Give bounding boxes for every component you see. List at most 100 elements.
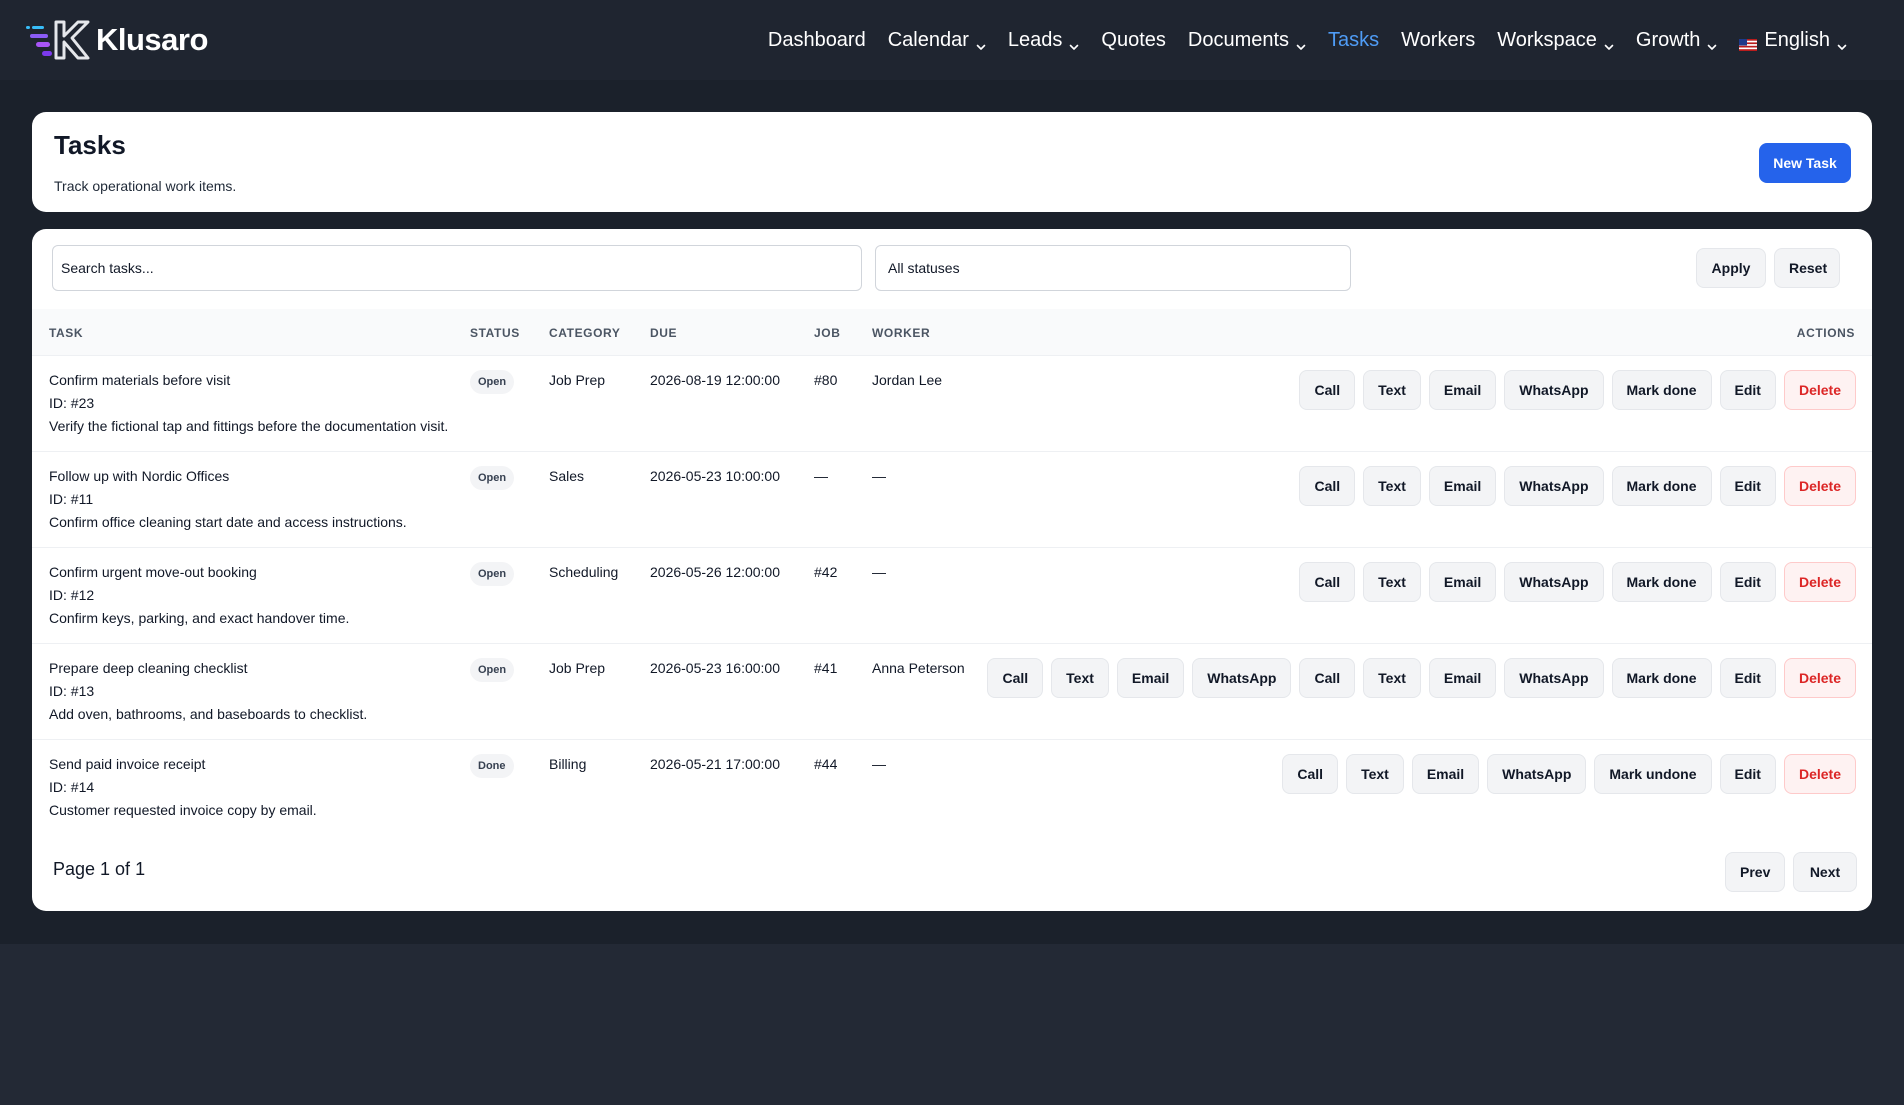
edit-button[interactable]: Edit — [1719, 754, 1776, 794]
email-button[interactable]: Email — [1116, 658, 1185, 698]
search-input[interactable] — [52, 245, 862, 291]
task-id: ID: #14 — [49, 779, 95, 795]
task-id: ID: #13 — [49, 683, 95, 699]
task-worker: — — [872, 756, 886, 772]
next-page-button[interactable]: Next — [1793, 852, 1857, 892]
brand-name: Klusaro — [96, 22, 208, 57]
whatsapp-button[interactable]: WhatsApp — [1192, 658, 1292, 698]
reset-button[interactable]: Reset — [1774, 248, 1840, 288]
task-category: Sales — [549, 468, 585, 484]
mark-done-button[interactable]: Mark done — [1611, 562, 1712, 602]
whatsapp-button[interactable]: WhatsApp — [1504, 466, 1604, 506]
page-title: Tasks — [54, 130, 126, 160]
klusaro-logo-icon — [26, 20, 90, 60]
nav-item-label: Growth — [1635, 28, 1701, 51]
nav-item-label: Tasks — [1328, 28, 1380, 51]
edit-button[interactable]: Edit — [1719, 370, 1776, 410]
nav-item-label: Dashboard — [767, 28, 866, 51]
email-button[interactable]: Email — [1411, 754, 1480, 794]
task-worker: — — [872, 468, 886, 484]
text-button[interactable]: Text — [1363, 466, 1421, 506]
whatsapp-button[interactable]: WhatsApp — [1504, 658, 1604, 698]
whatsapp-button[interactable]: WhatsApp — [1504, 370, 1604, 410]
task-title: Follow up with Nordic Offices — [49, 468, 230, 484]
new-task-button[interactable]: New Task — [1759, 143, 1851, 183]
chevron-down-icon — [1707, 35, 1717, 50]
delete-button[interactable]: Delete — [1783, 562, 1856, 602]
brand-logo[interactable]: Klusaro — [26, 18, 208, 62]
language-selector[interactable]: English — [1728, 29, 1858, 52]
nav-item-calendar[interactable]: Calendar — [877, 29, 997, 52]
email-button[interactable]: Email — [1428, 370, 1497, 410]
email-button[interactable]: Email — [1428, 562, 1497, 602]
chevron-down-icon — [1837, 35, 1847, 50]
task-category: Scheduling — [549, 564, 619, 580]
task-worker: Jordan Lee — [872, 372, 943, 388]
row-actions: Call Text Email WhatsApp Mark undone Edit Dele… — [1282, 754, 1856, 794]
nav-item-quotes[interactable]: Quotes — [1090, 29, 1176, 52]
task-id: ID: #11 — [49, 491, 94, 507]
row-actions: Call Text Email WhatsApp Mark done Edit Delete — [1299, 370, 1856, 410]
table-row: Confirm materials before visit ID: #23 Ver… — [32, 355, 1872, 451]
email-button[interactable]: Email — [1428, 466, 1497, 506]
page-header-card: Tasks Track operational work items. New … — [32, 112, 1872, 212]
text-button[interactable]: Text — [1346, 754, 1404, 794]
row-actions: Call Text Email WhatsApp Call Text Email WhatsA… — [987, 658, 1856, 698]
task-due: 2026-05-26 12:00:00 — [650, 564, 780, 580]
mark-done-button[interactable]: Mark done — [1611, 466, 1712, 506]
status-badge: Done — [470, 754, 514, 778]
call-button[interactable]: Call — [1299, 466, 1356, 506]
text-button[interactable]: Text — [1363, 370, 1421, 410]
delete-button[interactable]: Delete — [1783, 466, 1856, 506]
nav-item-dashboard[interactable]: Dashboard — [757, 29, 877, 52]
edit-button[interactable]: Edit — [1719, 658, 1776, 698]
nav-item-documents[interactable]: Documents — [1177, 29, 1317, 52]
edit-button[interactable]: Edit — [1719, 466, 1776, 506]
call-button[interactable]: Call — [1299, 370, 1356, 410]
delete-button[interactable]: Delete — [1783, 370, 1856, 410]
text-button[interactable]: Text — [1051, 658, 1109, 698]
page-subtitle: Track operational work items. — [54, 178, 237, 194]
delete-button[interactable]: Delete — [1783, 658, 1856, 698]
whatsapp-button[interactable]: WhatsApp — [1487, 754, 1587, 794]
nav-item-tasks[interactable]: Tasks — [1317, 29, 1390, 52]
call-button[interactable]: Call — [1282, 754, 1339, 794]
nav-item-workspace[interactable]: Workspace — [1486, 29, 1625, 52]
table-header: Task Status Category Due Job Worker Acti… — [32, 309, 1872, 355]
task-job: #80 — [814, 372, 838, 388]
column-header-status: Status — [470, 326, 520, 340]
apply-button[interactable]: Apply — [1696, 248, 1766, 288]
text-button[interactable]: Text — [1363, 658, 1421, 698]
edit-button[interactable]: Edit — [1719, 562, 1776, 602]
mark-undone-button[interactable]: Mark undone — [1594, 754, 1712, 794]
task-description: Confirm keys, parking, and exact handove… — [49, 610, 350, 626]
task-due: 2026-05-23 10:00:00 — [650, 468, 780, 484]
nav-item-workers[interactable]: Workers — [1390, 29, 1486, 52]
main-nav: Dashboard Calendar Leads Quotes Documents Tas… — [757, 0, 1858, 80]
whatsapp-button[interactable]: WhatsApp — [1504, 562, 1604, 602]
nav-item-growth[interactable]: Growth — [1625, 29, 1728, 52]
mark-done-button[interactable]: Mark done — [1611, 370, 1712, 410]
tasks-table-card: All statuses Apply Reset Task Status Cat… — [32, 229, 1872, 911]
status-select-value: All statuses — [888, 260, 960, 276]
task-job: #42 — [814, 564, 838, 580]
delete-button[interactable]: Delete — [1783, 754, 1856, 794]
task-job: — — [814, 468, 828, 484]
table-row: Send paid invoice receipt ID: #14 Customer… — [32, 739, 1872, 835]
nav-item-label: Calendar — [887, 28, 969, 51]
chevron-down-icon — [1296, 35, 1306, 50]
status-badge: Open — [470, 370, 515, 394]
task-title: Confirm urgent move-out booking — [49, 564, 257, 580]
status-select[interactable]: All statuses — [875, 245, 1351, 291]
task-job: #44 — [814, 756, 838, 772]
nav-item-leads[interactable]: Leads — [997, 29, 1091, 52]
text-button[interactable]: Text — [1363, 562, 1421, 602]
column-header-category: Category — [549, 326, 621, 340]
call-button[interactable]: Call — [1299, 658, 1356, 698]
mark-done-button[interactable]: Mark done — [1611, 658, 1712, 698]
column-header-actions: Actions — [1796, 326, 1855, 340]
email-button[interactable]: Email — [1428, 658, 1497, 698]
call-button[interactable]: Call — [987, 658, 1044, 698]
call-button[interactable]: Call — [1299, 562, 1356, 602]
prev-page-button[interactable]: Prev — [1725, 852, 1785, 892]
